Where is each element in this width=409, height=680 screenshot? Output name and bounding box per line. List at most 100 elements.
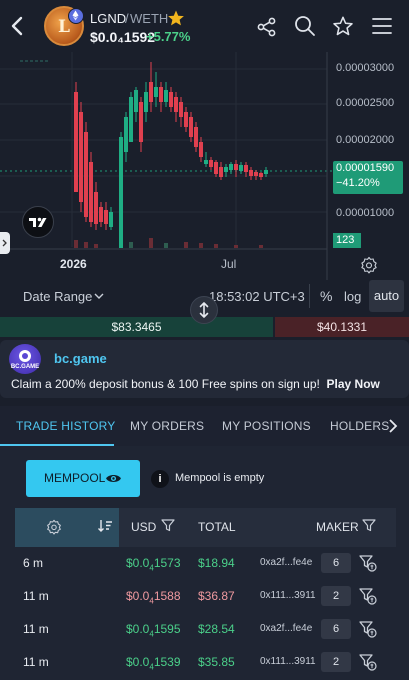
- menu-icon[interactable]: [371, 17, 393, 35]
- collapse-arrow-icon[interactable]: [0, 232, 10, 254]
- maker-address[interactable]: 0xa2f...fe4e: [260, 557, 312, 568]
- candle-body: [254, 172, 258, 176]
- candle-body: [229, 164, 233, 170]
- eye-icon[interactable]: [105, 470, 122, 487]
- current-price-change: −41.20%: [336, 177, 380, 189]
- ad-text: Claim a 200% deposit bonus & 100 Free sp…: [11, 377, 380, 391]
- filter-maker-icon[interactable]: [359, 653, 377, 671]
- ad-title[interactable]: bc.game: [54, 351, 107, 366]
- candle-body: [79, 112, 83, 202]
- bcgame-logo: BC.GAME: [9, 344, 41, 374]
- candle-body: [209, 160, 213, 167]
- toolbar-divider: [309, 284, 310, 308]
- volume-bar: [74, 240, 78, 248]
- utc-clock[interactable]: 18:53:02 UTC+3: [209, 289, 305, 304]
- column-maker[interactable]: MAKER: [316, 520, 359, 534]
- maker-txn-count[interactable]: 6: [321, 619, 351, 639]
- percent-scale-button[interactable]: %: [320, 288, 332, 304]
- auto-scale-button[interactable]: auto: [369, 280, 404, 312]
- candle-body: [129, 97, 133, 142]
- y-tick: 0.00002500: [336, 97, 395, 109]
- candle-body: [94, 192, 98, 224]
- candle-body: [204, 160, 208, 164]
- candle-body: [124, 117, 128, 152]
- candle-body: [134, 90, 138, 112]
- current-price-label: 0.00001590 −41.20%: [333, 161, 403, 194]
- share-icon[interactable]: [256, 16, 278, 38]
- gear-icon[interactable]: [46, 519, 62, 535]
- volume-bar: [164, 243, 168, 248]
- chevron-right-icon[interactable]: [388, 419, 398, 433]
- candle-body: [119, 137, 123, 248]
- search-icon[interactable]: [294, 15, 316, 37]
- tradingview-logo-icon[interactable]: [22, 206, 54, 238]
- volume-bar: [259, 245, 263, 248]
- date-range-button[interactable]: Date Range: [23, 289, 92, 304]
- trade-age: 11 m: [23, 655, 49, 669]
- candle-body: [244, 165, 248, 172]
- pair-separator: /: [125, 11, 129, 26]
- trade-price: $0.041539: [126, 655, 181, 672]
- candle-body: [189, 117, 193, 137]
- volume-bar: [84, 242, 88, 248]
- filter-maker-icon[interactable]: [359, 620, 377, 638]
- candle-body: [214, 162, 218, 174]
- table-row[interactable]: 11 m $0.041539 $35.85 0x111...3911 2: [15, 646, 396, 679]
- candle-body: [84, 132, 88, 217]
- sort-descending-icon[interactable]: [97, 518, 113, 534]
- maker-address[interactable]: 0x111...3911: [260, 590, 316, 601]
- chevron-down-icon[interactable]: [94, 292, 104, 300]
- y-tick: 0.00001000: [336, 207, 395, 219]
- candle-body: [99, 207, 103, 222]
- tab-trade-history[interactable]: TRADE HISTORY: [16, 419, 116, 433]
- maker-txn-count[interactable]: 2: [321, 586, 351, 606]
- mempool-button[interactable]: MEMPOOL: [26, 460, 140, 497]
- filter-icon[interactable]: [161, 519, 175, 532]
- filter-icon[interactable]: [362, 519, 376, 532]
- candle-body: [239, 165, 243, 171]
- tab-my-positions[interactable]: MY POSITIONS: [222, 419, 311, 433]
- resize-handle-icon[interactable]: [190, 296, 218, 324]
- ad-play-now-link[interactable]: Play Now: [327, 377, 380, 391]
- trade-total: $18.94: [198, 556, 235, 570]
- volume-bar: [199, 243, 203, 248]
- volume-bar: [184, 242, 188, 248]
- watchlist-star-icon[interactable]: [332, 15, 354, 37]
- table-row[interactable]: 6 m $0.041573 $18.94 0xa2f...fe4e 6: [15, 547, 396, 580]
- candle-body: [139, 102, 143, 142]
- column-total[interactable]: TOTAL: [198, 520, 236, 534]
- candle-body: [224, 167, 228, 172]
- trade-total: $36.87: [198, 589, 235, 603]
- trade-price: $0.041595: [126, 622, 181, 639]
- maker-txn-count[interactable]: 2: [321, 652, 351, 672]
- filter-maker-icon[interactable]: [359, 554, 377, 572]
- volume-label: 123: [333, 233, 361, 248]
- maker-address[interactable]: 0xa2f...fe4e: [260, 623, 312, 634]
- log-scale-button[interactable]: log: [344, 289, 361, 304]
- filter-maker-icon[interactable]: [359, 587, 377, 605]
- trade-age: 11 m: [23, 589, 49, 603]
- candle-body: [179, 102, 183, 117]
- tab-holders[interactable]: HOLDERS: [330, 419, 389, 433]
- back-arrow-icon[interactable]: [8, 14, 28, 38]
- x-tick: 2026: [60, 257, 87, 271]
- table-row[interactable]: 11 m $0.041588 $36.87 0x111...3911 2: [15, 580, 396, 613]
- candle-body: [154, 87, 158, 97]
- trade-price: $0.041588: [126, 589, 181, 606]
- candle-body: [109, 212, 113, 227]
- sell-volume-bar: $40.1331: [275, 317, 409, 337]
- star-icon[interactable]: [167, 9, 185, 27]
- candle-body: [174, 97, 178, 112]
- tab-my-orders[interactable]: MY ORDERS: [130, 419, 204, 433]
- x-tick: Jul: [221, 257, 237, 271]
- maker-txn-count[interactable]: 6: [321, 553, 351, 573]
- maker-address[interactable]: 0x111...3911: [260, 656, 316, 667]
- trade-age: 11 m: [23, 622, 49, 636]
- candle-body: [194, 127, 198, 147]
- quote-symbol: WETH: [130, 11, 169, 26]
- trade-total: $35.85: [198, 655, 235, 669]
- price-change: +5.77%: [146, 29, 191, 44]
- chart-settings-icon[interactable]: [360, 256, 378, 274]
- table-row[interactable]: 11 m $0.041595 $28.54 0xa2f...fe4e 6: [15, 613, 396, 646]
- column-usd[interactable]: USD: [131, 520, 156, 534]
